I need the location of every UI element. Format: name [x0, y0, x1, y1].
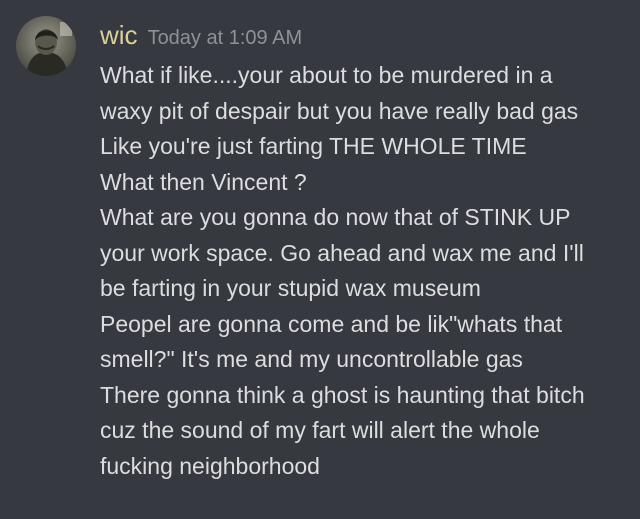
message-line: There gonna think a ghost is haunting th…: [100, 381, 585, 408]
message-line: cuz the sound of my fart will alert the …: [100, 417, 540, 443]
message-line: What then Vincent ?: [100, 168, 307, 195]
message-line: be farting in your stupid wax museum: [100, 275, 481, 301]
message-line: your work space. Go ahead and wax me and…: [100, 239, 584, 266]
username[interactable]: wic: [100, 20, 138, 50]
user-avatar[interactable]: [16, 16, 76, 76]
message-line: Like you're just farting THE WHOLE TIME: [100, 133, 527, 159]
message-line: fucking neighborhood: [100, 452, 320, 479]
chat-message: wic Today at 1:09 AM What if like....you…: [0, 0, 640, 519]
message-line: smell?" It's me and my uncontrollable ga…: [100, 346, 523, 372]
avatar-icon: [16, 16, 76, 76]
message-content: What if like....your about to be murdere…: [100, 58, 630, 484]
message-line: Peopel are gonna come and be lik"whats t…: [100, 310, 563, 337]
message-timestamp: Today at 1:09 AM: [147, 27, 303, 49]
message-line: waxy pit of despair but you have really …: [100, 97, 579, 124]
message-line: What if like....your about to be murdere…: [100, 62, 553, 88]
message-header: wic Today at 1:09 AM: [100, 19, 302, 56]
message-line: What are you gonna do now that of STINK …: [100, 204, 571, 230]
